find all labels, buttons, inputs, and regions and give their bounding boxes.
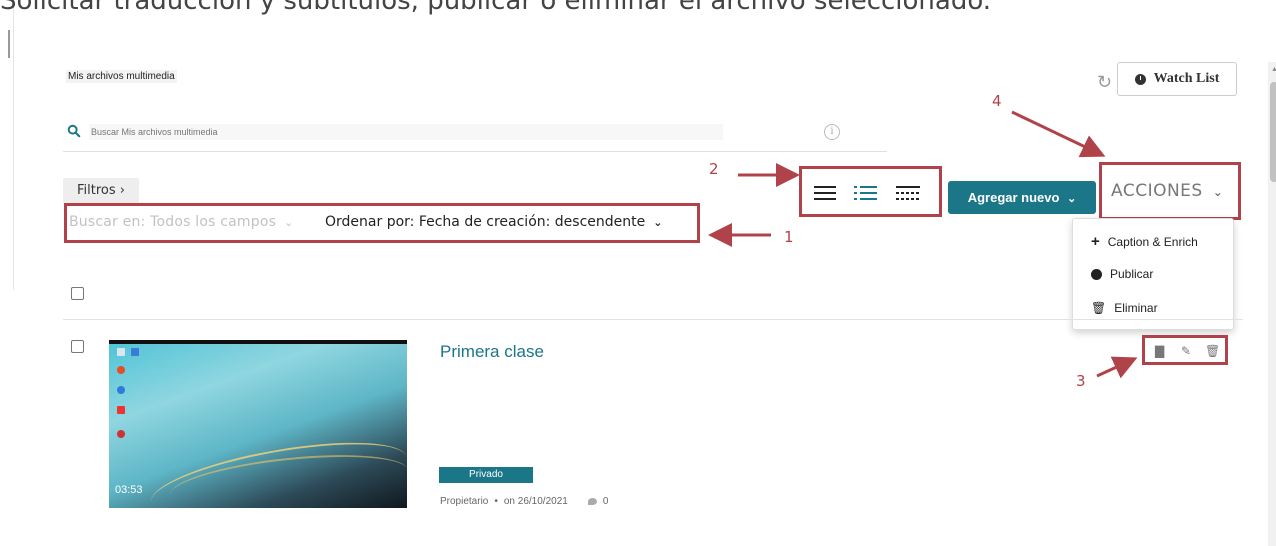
info-icon[interactable]: i	[824, 124, 840, 140]
annotation-number-4: 4	[992, 92, 1002, 110]
annotation-number-3: 3	[1076, 372, 1086, 390]
watch-list-label: Watch List	[1153, 71, 1220, 86]
analytics-icon[interactable]: ▇	[1155, 344, 1164, 358]
media-page: Mis archivos multimedia i ↻ Watch List F…	[14, 22, 1276, 546]
desktop-icon	[131, 348, 139, 356]
trash-icon: 🗑	[1091, 301, 1107, 315]
watch-list-button[interactable]: Watch List	[1117, 62, 1237, 96]
desktop-icon	[117, 430, 125, 438]
menu-item-label: Caption & Enrich	[1107, 234, 1198, 249]
menu-item-label: Eliminar	[1114, 301, 1158, 315]
detailed-view-icon[interactable]	[814, 185, 838, 201]
sort-by-dropdown[interactable]: Ordenar por: Fecha de creación: descende…	[325, 214, 662, 230]
globe-icon	[1091, 268, 1102, 280]
search-sort-highlight: Buscar en: Todos los campos ⌄ Ordenar por…	[64, 203, 700, 243]
menu-item-caption-enrich[interactable]: + Caption & Enrich	[1091, 233, 1198, 250]
desktop-icon	[117, 406, 125, 414]
actions-button[interactable]: ACCIONES ⌄	[1111, 181, 1223, 201]
row-checkbox[interactable]	[71, 340, 84, 353]
row-divider	[63, 319, 1243, 320]
clock-icon	[1134, 73, 1146, 85]
row-actions-highlight: ▇ ✎ 🗑	[1142, 335, 1228, 365]
comment-count: 0	[602, 496, 609, 507]
annotation-number-2: 2	[709, 160, 719, 178]
desktop-icon	[117, 348, 125, 356]
page-title: Mis archivos multimedia	[66, 70, 177, 83]
actions-highlight: ACCIONES ⌄	[1099, 162, 1241, 220]
chevron-down-icon: ⌄	[1212, 185, 1224, 199]
media-meta: Propietario • on 26/10/2021 0	[440, 496, 608, 507]
actions-menu: + Caption & Enrich Publicar 🗑 Eliminar	[1072, 218, 1234, 330]
meta-separator: •	[494, 496, 498, 507]
status-badge: Privado	[439, 467, 533, 483]
chevron-down-icon: ⌄	[284, 216, 294, 229]
add-new-button[interactable]: Agregar nuevo ⌄	[948, 181, 1096, 214]
search-input[interactable]	[89, 124, 723, 140]
menu-item-delete[interactable]: 🗑 Eliminar	[1091, 301, 1158, 315]
sort-by-label: Ordenar por: Fecha de creación: descende…	[325, 214, 646, 230]
refresh-icon[interactable]: ↻	[1097, 72, 1112, 93]
filters-button[interactable]: Filtros ›	[63, 178, 139, 204]
annotation-number-1: 1	[784, 228, 794, 246]
chevron-down-icon: ⌄	[653, 216, 663, 229]
view-mode-highlight	[799, 166, 942, 217]
owner-label: Propietario	[440, 496, 489, 507]
video-duration: 03:53	[115, 484, 143, 496]
plus-icon: +	[1091, 233, 1100, 250]
video-thumbnail[interactable]: 03:53	[109, 340, 407, 508]
chevron-down-icon: ⌄	[1067, 193, 1077, 205]
list-view-icon[interactable]	[854, 185, 878, 201]
created-date: on 26/10/2021	[503, 496, 568, 507]
desktop-icon	[117, 386, 125, 394]
menu-item-label: Publicar	[1110, 267, 1154, 281]
menu-item-publish[interactable]: Publicar	[1091, 267, 1153, 281]
search-bar: i	[63, 120, 887, 152]
search-in-dropdown[interactable]: Buscar en: Todos los campos ⌄	[69, 214, 294, 230]
scrollbar-thumb[interactable]	[1270, 82, 1276, 182]
desktop-icon	[117, 366, 125, 374]
comment-icon	[587, 498, 597, 505]
instruction-caption: Solicitar traducción y subtítulos, publi…	[0, 0, 992, 16]
thumbnail-topbar	[109, 340, 407, 344]
scroll-up-icon[interactable]: ▲	[1271, 66, 1276, 73]
search-icon[interactable]	[67, 124, 81, 138]
select-all-checkbox[interactable]	[71, 287, 84, 300]
left-divider	[8, 30, 10, 58]
compact-view-icon[interactable]	[896, 185, 920, 201]
add-new-label: Agregar nuevo	[967, 190, 1060, 205]
actions-label: ACCIONES	[1111, 181, 1203, 201]
left-panel-edge	[0, 0, 14, 290]
delete-icon[interactable]: 🗑	[1205, 344, 1220, 358]
media-title-link[interactable]: Primera clase	[440, 342, 544, 362]
search-in-label: Buscar en: Todos los campos	[69, 214, 277, 230]
vertical-scrollbar[interactable]: ▲	[1268, 62, 1276, 546]
edit-icon[interactable]: ✎	[1181, 344, 1191, 358]
